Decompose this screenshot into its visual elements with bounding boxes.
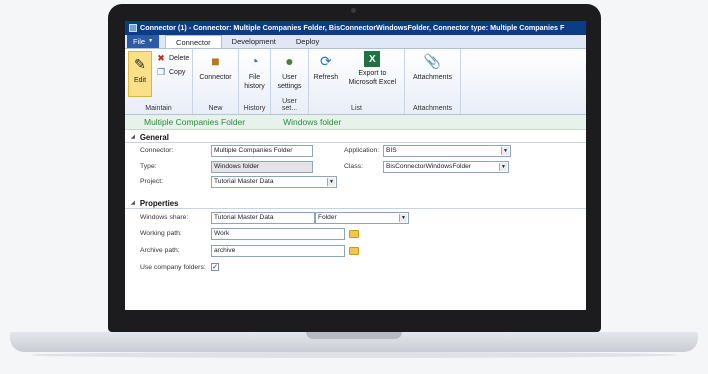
tab-connector[interactable]: Connector <box>165 35 222 48</box>
user-settings-button[interactable]: ● User settings <box>275 51 305 91</box>
group-history: ◔ File history History <box>239 49 271 114</box>
properties-section-header[interactable]: ◢ Properties <box>125 198 586 209</box>
class-select[interactable]: BisConnectorWindowsFolder ▼ <box>383 161 509 173</box>
pencil-icon: ✎ <box>134 55 146 72</box>
chevron-down-icon: ▼ <box>501 147 509 155</box>
group-new: ■ Connector New <box>193 49 239 114</box>
application-select[interactable]: BIS ▼ <box>383 145 511 157</box>
laptop-shadow <box>30 352 678 358</box>
export-excel-label: Export to Microsoft Excel <box>348 70 397 86</box>
type-input: Windows folder <box>211 161 313 173</box>
file-tab[interactable]: File ▼ <box>127 35 160 48</box>
header-name: Multiple Companies Folder <box>144 117 246 127</box>
user-icon: ● <box>285 52 294 69</box>
export-excel-button[interactable]: X Export to Microsoft Excel <box>344 51 401 87</box>
general-fields: Connector: Multiple Companies Folder Typ… <box>125 143 586 198</box>
file-history-label: File history <box>244 74 265 90</box>
group-label-list: List <box>351 105 362 112</box>
chevron-down-icon: ▼ <box>327 178 335 186</box>
properties-title: Properties <box>139 198 179 208</box>
chevron-down-icon: ▼ <box>499 163 507 171</box>
ribbon-tabs: File ▼ Connector Development Deploy <box>125 35 586 49</box>
laptop-notch <box>306 332 402 339</box>
file-history-button[interactable]: ◔ File history <box>242 51 267 91</box>
properties-fields: Windows share: Tutorial Master Data Fold… <box>125 209 586 279</box>
group-label-history: History <box>243 105 266 112</box>
camera-icon <box>351 8 356 13</box>
group-maintain: ✎ Edit ✖ Delete ❐ Copy Maintain <box>125 49 193 114</box>
window-titlebar: Connector (1) - Connector: Multiple Comp… <box>125 21 586 35</box>
working-path-label: Working path: <box>140 230 182 237</box>
new-connector-button[interactable]: ■ Connector <box>199 51 231 82</box>
application-value: BIS <box>386 147 397 154</box>
share-label: Windows share: <box>140 214 189 221</box>
archive-path-input[interactable]: archive <box>211 245 345 257</box>
class-value: BisConnectorWindowsFolder <box>386 163 472 170</box>
class-label: Class: <box>344 163 363 170</box>
project-select[interactable]: Tutorial Master Data ▼ <box>211 176 337 188</box>
share-input[interactable]: Tutorial Master Data <box>211 212 315 224</box>
general-section-header[interactable]: ◢ General <box>125 132 586 143</box>
company-folders-label: Use company folders: <box>140 264 206 271</box>
copy-icon: ❐ <box>156 67 166 77</box>
project-label: Project: <box>140 178 164 185</box>
tab-deploy[interactable]: Deploy <box>286 35 329 48</box>
chevron-down-icon: ▼ <box>399 214 407 222</box>
group-user-setup: ● User settings User set... <box>271 49 309 114</box>
group-label-attachments: Attachments <box>413 105 452 112</box>
ribbon: ✎ Edit ✖ Delete ❐ Copy Maintain ■ Connec… <box>125 49 586 115</box>
working-path-input[interactable]: Work <box>211 228 345 240</box>
edit-button[interactable]: ✎ Edit <box>128 51 152 97</box>
record-header: Multiple Companies Folder Windows folder <box>125 115 586 130</box>
file-tab-label: File <box>133 37 146 46</box>
excel-icon: X <box>364 51 381 67</box>
window-title: Connector (1) - Connector: Multiple Comp… <box>140 23 565 32</box>
folder-icon[interactable] <box>349 230 359 238</box>
box-icon: ■ <box>211 52 220 69</box>
user-settings-label: User settings <box>277 74 302 90</box>
general-title: General <box>139 132 169 142</box>
delete-button[interactable]: ✖ Delete <box>156 53 189 64</box>
company-folders-checkbox[interactable]: ✓ <box>211 263 219 271</box>
form-content: ◢ General Connector: Multiple Companies … <box>125 130 586 279</box>
chevron-down-icon: ▼ <box>148 38 154 44</box>
screen: Connector (1) - Connector: Multiple Comp… <box>125 21 586 310</box>
copy-label: Copy <box>169 69 186 76</box>
attachments-label: Attachments <box>413 74 452 81</box>
paperclip-icon: 📎 <box>423 52 442 69</box>
connector-label: Connector: <box>140 147 174 154</box>
application-label: Application: <box>344 147 380 154</box>
share-type-value: Folder <box>318 214 337 221</box>
edit-label: Edit <box>133 77 147 84</box>
project-value: Tutorial Master Data <box>214 178 274 185</box>
group-label-user-setup: User set... <box>281 98 298 112</box>
attachments-button[interactable]: 📎 Attachments <box>413 51 452 82</box>
group-label-new: New <box>208 105 223 112</box>
clock-icon: ◔ <box>250 52 259 69</box>
delete-label: Delete <box>169 55 190 62</box>
folder-icon[interactable] <box>349 247 359 255</box>
header-type: Windows folder <box>283 117 342 127</box>
collapse-icon: ◢ <box>131 200 135 206</box>
delete-icon: ✖ <box>157 53 165 63</box>
connector-input[interactable]: Multiple Companies Folder <box>211 145 313 157</box>
refresh-button[interactable]: ⟳ Refresh <box>312 51 340 87</box>
archive-path-label: Archive path: <box>140 247 180 254</box>
refresh-icon: ⟳ <box>319 52 332 69</box>
group-label-maintain: Maintain <box>145 105 172 112</box>
refresh-label: Refresh <box>313 74 339 81</box>
share-type-select[interactable]: Folder ▼ <box>315 212 409 224</box>
app-icon <box>129 24 137 32</box>
tab-development[interactable]: Development <box>222 35 286 48</box>
group-list: ⟳ Refresh X Export to Microsoft Excel Li… <box>309 49 405 114</box>
type-label: Type: <box>140 163 157 170</box>
copy-button[interactable]: ❐ Copy <box>156 67 189 78</box>
new-connector-label: Connector <box>199 74 232 81</box>
group-attachments: 📎 Attachments Attachments <box>405 49 461 114</box>
collapse-icon: ◢ <box>131 134 135 140</box>
